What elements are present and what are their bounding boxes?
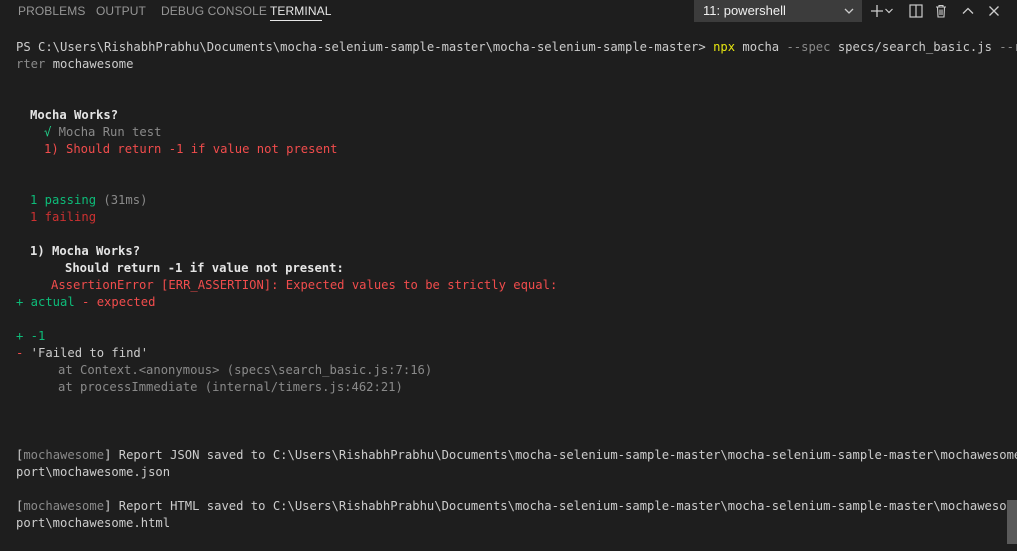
reporter-tag: mochawesome bbox=[23, 448, 105, 462]
command-reporter-flag-wrap: rter bbox=[16, 57, 46, 71]
diff-minus-value: 'Failed to find' bbox=[23, 346, 149, 360]
diff-legend: + actual - expected bbox=[16, 294, 155, 311]
diff-actual: + actual bbox=[16, 295, 75, 309]
failure-title: Should return -1 if value not present: bbox=[65, 261, 344, 275]
html-report-text: ] Report HTML saved to C:\Users\RishabhP… bbox=[104, 499, 1017, 513]
prompt-path: PS C:\Users\RishabhPrabhu\Documents\moch… bbox=[16, 40, 706, 54]
command-line: PS C:\Users\RishabhPrabhu\Documents\moch… bbox=[16, 39, 1017, 56]
passing-count: 1 passing bbox=[30, 193, 97, 207]
tab-terminal[interactable]: TERMINAL bbox=[270, 4, 331, 18]
failure-header: 1) Mocha Works? bbox=[30, 244, 141, 258]
terminal-select[interactable]: 11: powershell bbox=[694, 0, 862, 22]
active-tab-indicator bbox=[270, 20, 322, 21]
command-spec-flag: --spec bbox=[779, 40, 831, 54]
reporter-tag: mochawesome bbox=[23, 499, 105, 513]
html-report-line: [mochawesome] Report HTML saved to C:\Us… bbox=[16, 498, 1017, 515]
tab-problems[interactable]: PROBLEMS bbox=[18, 4, 86, 18]
close-icon[interactable] bbox=[986, 3, 1002, 19]
passed-test-title: Mocha Run test bbox=[51, 125, 162, 139]
chevron-up-icon[interactable] bbox=[960, 3, 976, 19]
terminal-scrollbar[interactable] bbox=[1007, 500, 1017, 544]
panel-tab-bar: PROBLEMS OUTPUT DEBUG CONSOLE TERMINAL 1… bbox=[0, 0, 1017, 24]
suite-title: Mocha Works? bbox=[30, 108, 119, 122]
diff-plus-line: + -1 bbox=[16, 328, 45, 345]
assertion-error: AssertionError [ERR_ASSERTION]: Expected… bbox=[51, 278, 558, 292]
chevron-down-small-icon[interactable] bbox=[885, 8, 893, 14]
command-reporter-value: mochawesome bbox=[45, 57, 134, 71]
split-icon[interactable] bbox=[908, 3, 924, 19]
tab-output[interactable]: OUTPUT bbox=[96, 4, 146, 18]
json-report-line: [mochawesome] Report JSON saved to C:\Us… bbox=[16, 447, 1017, 464]
command-npx: npx bbox=[713, 40, 736, 54]
diff-plus-value: + -1 bbox=[16, 329, 46, 343]
tab-debug-console[interactable]: DEBUG CONSOLE bbox=[161, 4, 267, 18]
passed-test: √ Mocha Run test bbox=[44, 124, 161, 141]
command-mocha: mocha bbox=[735, 40, 780, 54]
passing-summary: 1 passing (31ms) bbox=[30, 192, 147, 209]
command-line-wrap: rter mochawesome bbox=[16, 56, 133, 73]
stack-trace-line: at processImmediate (internal/timers.js:… bbox=[58, 380, 403, 394]
html-report-line-wrap: port\mochawesome.html bbox=[16, 516, 171, 530]
failed-test: 1) Should return -1 if value not present bbox=[44, 142, 338, 156]
passing-time: (31ms) bbox=[96, 193, 148, 207]
chevron-down-icon bbox=[844, 8, 854, 14]
stack-trace-line: at Context.<anonymous> (specs\search_bas… bbox=[58, 363, 433, 377]
json-report-text: ] Report JSON saved to C:\Users\RishabhP… bbox=[104, 448, 1017, 462]
plus-icon[interactable] bbox=[869, 3, 885, 19]
json-report-line-wrap: port\mochawesome.json bbox=[16, 465, 171, 479]
failing-summary: 1 failing bbox=[30, 210, 97, 224]
terminal-select-value: 11: powershell bbox=[703, 3, 786, 18]
diff-expected: - expected bbox=[74, 295, 156, 309]
command-reporter-flag: --repo bbox=[999, 40, 1017, 54]
trash-icon[interactable] bbox=[933, 3, 949, 19]
command-spec-value: specs/search_basic.js bbox=[830, 40, 992, 54]
diff-minus-line: - 'Failed to find' bbox=[16, 345, 148, 362]
